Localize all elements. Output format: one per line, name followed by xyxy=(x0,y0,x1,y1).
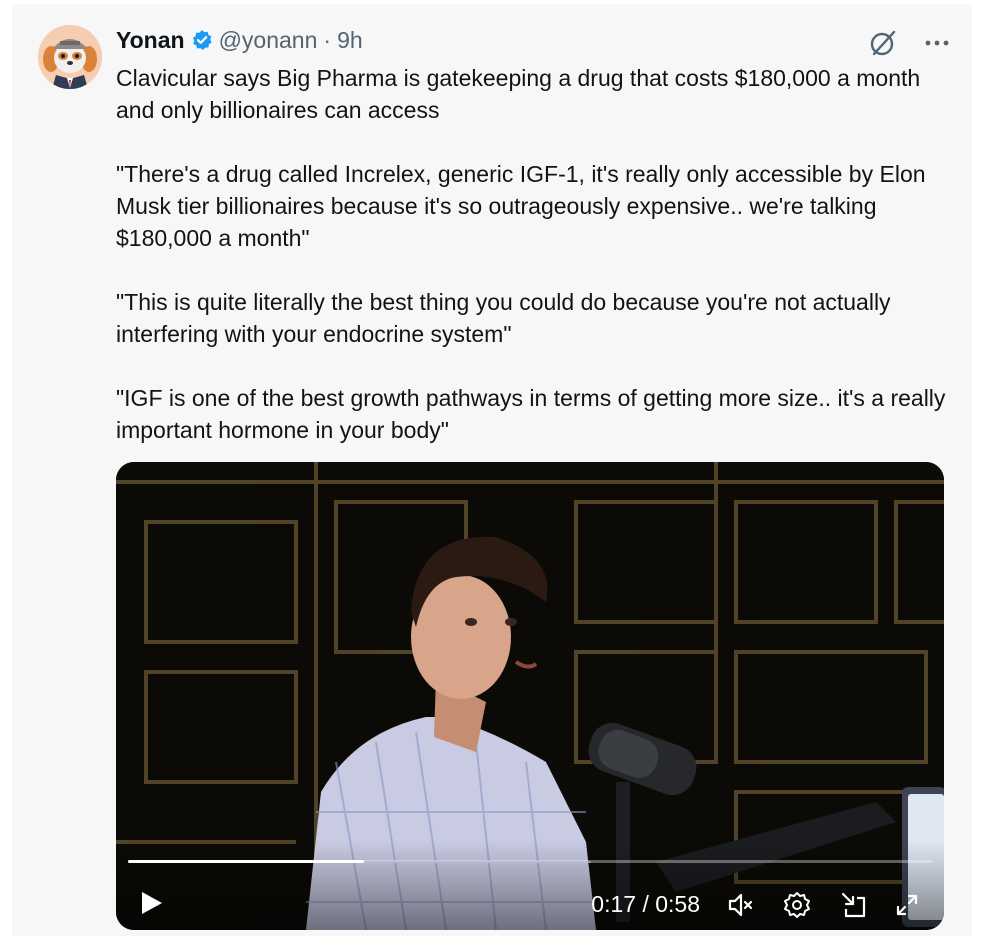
verified-badge-icon xyxy=(191,29,213,51)
progress-fill xyxy=(128,860,364,863)
tweet-paragraph: Clavicular says Big Pharma is gatekeepin… xyxy=(116,65,921,123)
progress-bar[interactable] xyxy=(128,860,932,863)
author-name[interactable]: Yonan xyxy=(116,26,185,54)
settings-icon[interactable] xyxy=(782,890,812,920)
more-options-icon[interactable] xyxy=(924,28,950,58)
tweet-actions-top xyxy=(868,28,950,58)
grok-icon[interactable] xyxy=(868,28,898,58)
mute-icon[interactable] xyxy=(726,890,756,920)
tweet-card[interactable]: Yonan @yonann · 9h Clavicular says Big P… xyxy=(12,4,972,936)
author-handle[interactable]: @yonann xyxy=(219,26,318,54)
video-player[interactable]: 0:17 / 0:58 xyxy=(116,462,944,930)
video-controls: 0:17 / 0:58 xyxy=(116,840,944,930)
tweet-header: Yonan @yonann · 9h xyxy=(116,26,363,54)
separator-dot: · xyxy=(323,27,332,53)
tweet-paragraph: "This is quite literally the best thing … xyxy=(116,289,891,347)
fullscreen-icon[interactable] xyxy=(892,890,922,920)
time-readout: 0:17 / 0:58 xyxy=(591,891,700,917)
tweet-paragraph: "There's a drug called Increlex, generic… xyxy=(116,161,926,251)
avatar-image xyxy=(38,25,102,89)
post-time[interactable]: 9h xyxy=(337,26,363,54)
tweet-text: Clavicular says Big Pharma is gatekeepin… xyxy=(116,62,946,478)
pip-icon[interactable] xyxy=(838,890,868,920)
play-icon[interactable] xyxy=(136,888,166,918)
avatar[interactable] xyxy=(38,25,102,89)
tweet-paragraph: "IGF is one of the best growth pathways … xyxy=(116,385,946,443)
